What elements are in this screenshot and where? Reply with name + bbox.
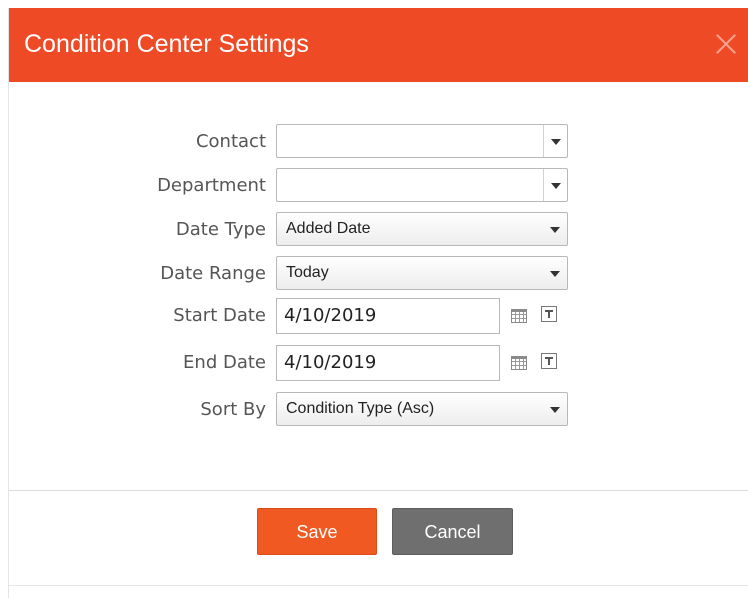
date-range-value: Today xyxy=(286,264,329,281)
sort-by-select[interactable]: Condition Type (Asc) xyxy=(276,392,568,426)
date-type-select[interactable]: Added Date xyxy=(276,212,568,246)
bottom-divider xyxy=(9,585,748,586)
date-type-value: Added Date xyxy=(286,220,371,237)
chevron-down-icon xyxy=(551,139,561,145)
calendar-icon[interactable] xyxy=(511,309,527,323)
date-range-dropdown-button[interactable] xyxy=(543,257,567,289)
footer-divider xyxy=(9,490,748,491)
sort-by-dropdown-button[interactable] xyxy=(543,393,567,425)
contact-label: Contact xyxy=(195,131,266,152)
end-date-input[interactable]: 4/10/2019 xyxy=(276,345,500,381)
chevron-down-icon xyxy=(550,271,560,277)
start-date-label: Start Date xyxy=(173,305,266,326)
sort-by-label: Sort By xyxy=(200,399,266,420)
sort-by-value: Condition Type (Asc) xyxy=(286,400,435,417)
close-icon[interactable] xyxy=(715,33,737,55)
dialog-title: Condition Center Settings xyxy=(24,30,309,58)
condition-center-settings-dialog: Condition Center Settings Contact Depart… xyxy=(8,8,748,598)
dialog-header: Condition Center Settings xyxy=(9,8,748,82)
contact-dropdown-button[interactable] xyxy=(543,125,567,157)
contact-dropdown[interactable] xyxy=(276,124,568,158)
chevron-down-icon xyxy=(551,183,561,189)
date-type-row: Date Type Added Date xyxy=(9,212,748,248)
start-date-input[interactable]: 4/10/2019 xyxy=(276,298,500,334)
save-button[interactable]: Save xyxy=(257,508,377,555)
department-label: Department xyxy=(157,175,266,196)
start-date-value: 4/10/2019 xyxy=(284,305,377,326)
calendar-icon[interactable] xyxy=(511,356,527,370)
today-icon[interactable] xyxy=(541,353,557,369)
chevron-down-icon xyxy=(550,227,560,233)
end-date-row: End Date 4/10/2019 xyxy=(9,345,748,381)
date-range-select[interactable]: Today xyxy=(276,256,568,290)
today-icon[interactable] xyxy=(541,306,557,322)
date-range-label: Date Range xyxy=(160,263,266,284)
sort-by-row: Sort By Condition Type (Asc) xyxy=(9,392,748,428)
end-date-value: 4/10/2019 xyxy=(284,352,377,373)
contact-row: Contact xyxy=(9,124,748,160)
chevron-down-icon xyxy=(550,407,560,413)
cancel-button[interactable]: Cancel xyxy=(392,508,513,555)
end-date-label: End Date xyxy=(183,352,266,373)
date-type-label: Date Type xyxy=(175,219,266,240)
department-row: Department xyxy=(9,168,748,204)
date-range-row: Date Range Today xyxy=(9,256,748,292)
department-dropdown-button[interactable] xyxy=(543,169,567,201)
start-date-row: Start Date 4/10/2019 xyxy=(9,298,748,334)
date-type-dropdown-button[interactable] xyxy=(543,213,567,245)
department-dropdown[interactable] xyxy=(276,168,568,202)
